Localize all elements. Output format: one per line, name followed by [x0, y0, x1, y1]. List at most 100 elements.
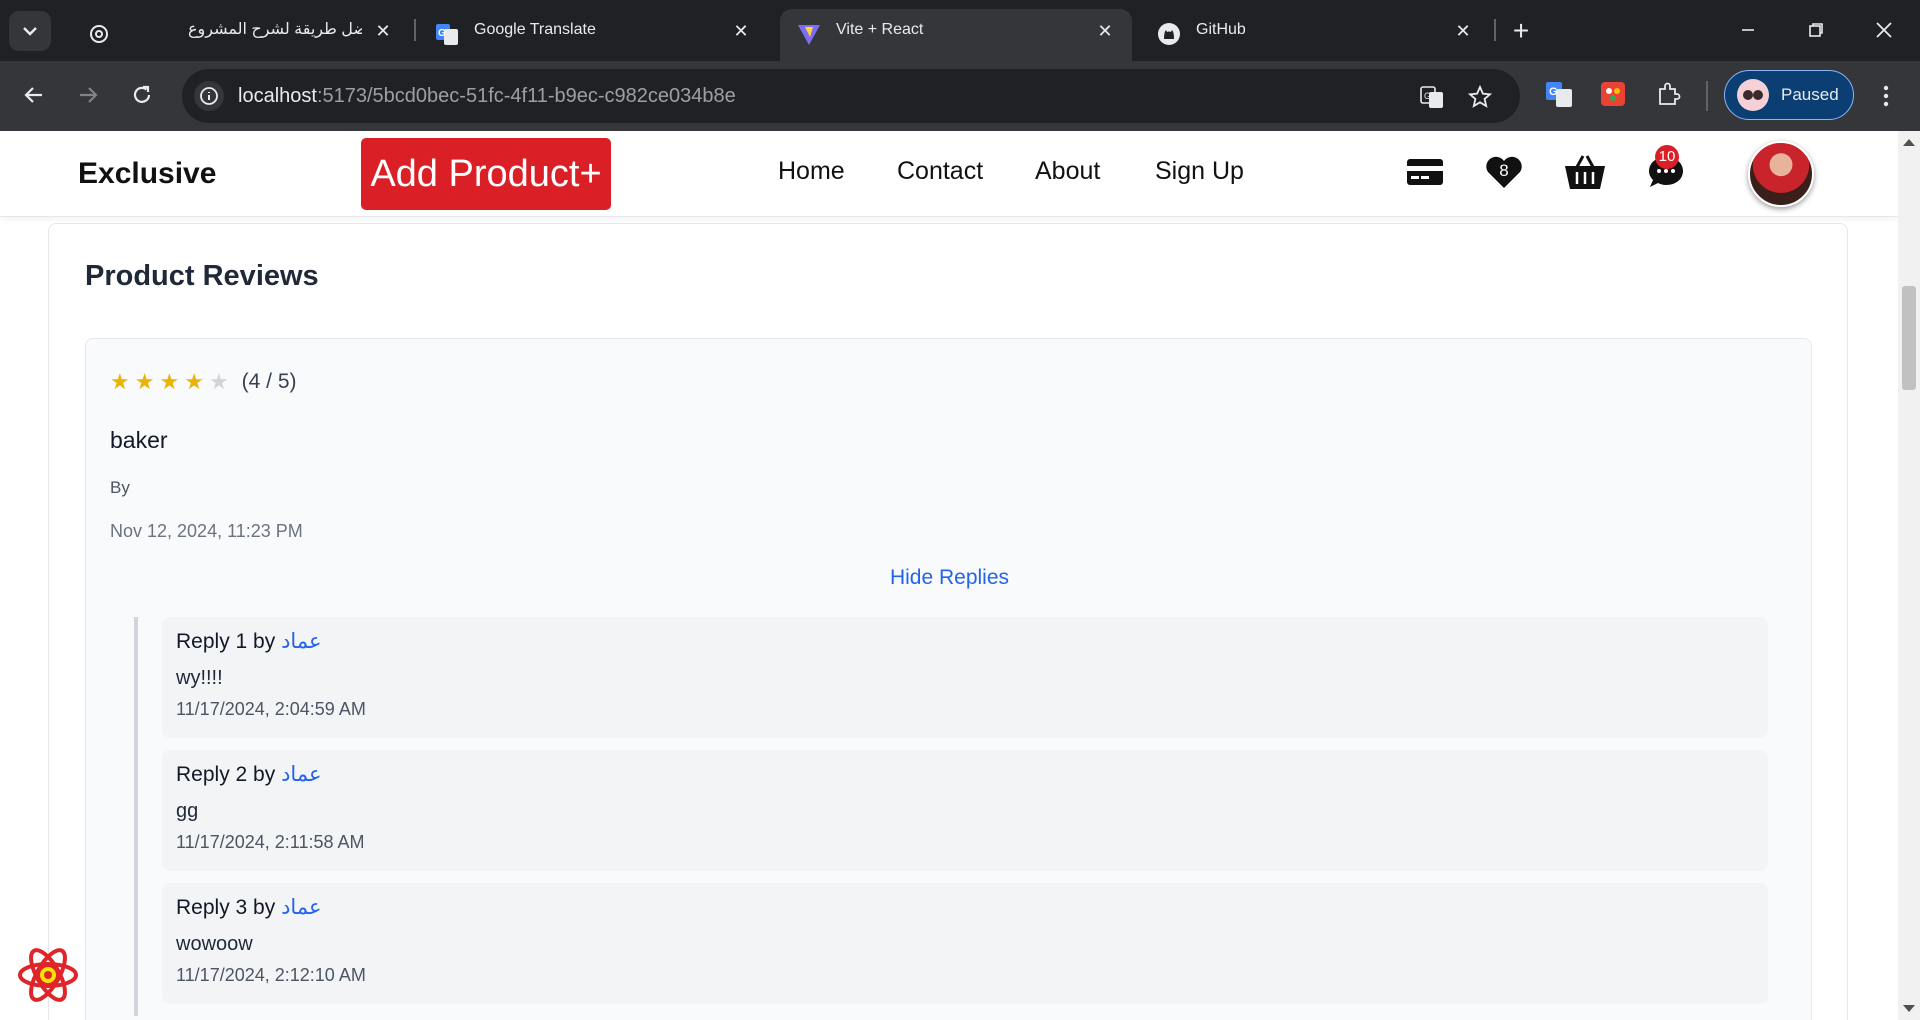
nav-sign-up[interactable]: Sign Up	[1155, 157, 1244, 186]
bookmark-star-icon[interactable]	[1466, 83, 1494, 111]
tab-google-translate[interactable]: G Google Translate ✕	[418, 9, 768, 61]
reply-item: Reply 2 by عماد gg 11/17/2024, 2:11:58 A…	[162, 750, 1768, 871]
reply-label: Reply 2 by	[176, 763, 276, 786]
brand-logo[interactable]: Exclusive	[78, 157, 216, 191]
reply-item: Reply 1 by عماد wy!!!! 11/17/2024, 2:04:…	[162, 617, 1768, 738]
reply-item: Reply 3 by عماد wowoow 11/17/2024, 2:12:…	[162, 883, 1768, 1004]
chatgpt-icon	[86, 21, 112, 47]
rating-text: (4 / 5)	[241, 370, 297, 393]
url-host: localhost	[238, 85, 317, 107]
review-date: Nov 12, 2024, 11:23 PM	[110, 521, 303, 541]
messages-count-badge: 10	[1655, 145, 1679, 169]
page-scrollbar[interactable]	[1898, 131, 1920, 1020]
close-window-button[interactable]	[1864, 12, 1904, 48]
reply-date: 11/17/2024, 2:04:59 AM	[176, 699, 366, 719]
wishlist-heart-icon[interactable]: 8	[1481, 149, 1527, 195]
browser-menu-button[interactable]	[1874, 78, 1898, 114]
tab-vite-react[interactable]: Vite + React ✕	[780, 9, 1132, 61]
react-devtools-icon[interactable]	[16, 943, 80, 1007]
user-avatar[interactable]	[1748, 141, 1814, 207]
reply-header: Reply 1 by عماد	[176, 629, 321, 654]
minimize-button[interactable]	[1728, 12, 1768, 48]
forward-button[interactable]	[70, 77, 106, 113]
add-product-button[interactable]: Add Product+	[361, 138, 611, 210]
vite-icon	[796, 21, 822, 47]
close-icon[interactable]: ✕	[730, 20, 752, 42]
scroll-down-icon[interactable]	[1903, 1005, 1915, 1012]
star-filled-icon: ★	[184, 369, 204, 394]
reply-author-link[interactable]: عماد	[281, 896, 321, 919]
translate-page-icon[interactable]: G	[1418, 83, 1446, 111]
payment-card-icon[interactable]	[1402, 149, 1448, 195]
review-author: By	[110, 478, 130, 497]
profile-status-label: Paused	[1781, 85, 1839, 104]
site-info-icon[interactable]	[194, 81, 224, 111]
wishlist-count: 8	[1499, 161, 1509, 180]
reply-date: 11/17/2024, 2:12:10 AM	[176, 965, 366, 985]
reply-text: gg	[176, 800, 199, 822]
cart-basket-icon[interactable]	[1562, 149, 1608, 195]
reply-text: wowoow	[176, 933, 253, 955]
extensions-puzzle-icon[interactable]	[1654, 79, 1684, 109]
section-title: Product Reviews	[85, 260, 319, 292]
nav-about[interactable]: About	[1035, 157, 1100, 186]
close-icon[interactable]: ✕	[372, 20, 394, 42]
restore-icon	[1809, 23, 1823, 37]
star-empty-icon: ★	[208, 369, 229, 394]
review-name: baker	[110, 427, 168, 453]
tab-separator	[1494, 19, 1496, 41]
back-button[interactable]	[16, 77, 52, 113]
google-translate-extension-icon[interactable]: G	[1544, 79, 1574, 109]
arrow-right-icon	[80, 87, 98, 103]
paint-extension-icon[interactable]	[1598, 79, 1628, 109]
scrollbar-thumb[interactable]	[1902, 286, 1916, 390]
svg-text:G: G	[1424, 91, 1431, 101]
minimize-icon	[1742, 29, 1754, 31]
tab-separator	[414, 19, 416, 41]
github-icon	[1156, 21, 1182, 47]
scroll-up-icon[interactable]	[1903, 139, 1915, 146]
chevron-down-icon	[23, 27, 37, 36]
reply-author-link[interactable]: عماد	[281, 763, 321, 786]
reload-button[interactable]	[124, 77, 160, 113]
svg-text:G: G	[438, 28, 446, 39]
hide-replies-link: Hide Replies	[86, 566, 1813, 590]
review-card: ★ ★ ★ ★ ★ (4 / 5) baker By Nov 12, 2024,…	[85, 338, 1812, 1020]
reload-icon	[133, 85, 151, 103]
svg-text:G: G	[1549, 86, 1558, 98]
more-vertical-icon	[1883, 85, 1889, 107]
nav-home[interactable]: Home	[778, 157, 845, 186]
product-reviews-section: Product Reviews ★ ★ ★ ★ ★ (4 / 5) baker …	[48, 223, 1848, 1020]
replies-list: Reply 1 by عماد wy!!!! 11/17/2024, 2:04:…	[134, 617, 1788, 1016]
address-bar[interactable]: localhost:5173/5bcd0bec-51fc-4f11-b9ec-c…	[182, 69, 1520, 123]
close-icon	[1876, 22, 1892, 38]
page-viewport: Exclusive Add Product+ Home Contact Abou…	[0, 131, 1898, 1020]
star-rating: ★ ★ ★ ★ ★ (4 / 5)	[110, 369, 297, 395]
reply-label: Reply 3 by	[176, 896, 276, 919]
close-icon[interactable]: ✕	[1452, 20, 1474, 42]
tab-search-button[interactable]	[9, 11, 51, 51]
site-header: Exclusive Add Product+ Home Contact Abou…	[0, 131, 1898, 217]
new-tab-button[interactable]: +	[1506, 17, 1536, 47]
tab-chatgpt[interactable]: أفضل طريقة لشرح المشروع ✕	[70, 9, 410, 61]
star-filled-icon: ★	[110, 369, 130, 394]
profile-button[interactable]: Paused	[1724, 70, 1854, 120]
reply-header: Reply 2 by عماد	[176, 762, 321, 787]
arrow-left-icon	[24, 87, 42, 103]
tab-title: GitHub	[1196, 21, 1246, 38]
hide-replies-button[interactable]: Hide Replies	[890, 566, 1009, 589]
browser-tabstrip: أفضل طريقة لشرح المشروع ✕ G Google Trans…	[0, 0, 1920, 61]
google-translate-icon: G	[434, 21, 460, 47]
toolbar-divider	[1706, 81, 1708, 111]
tab-title: Google Translate	[474, 21, 596, 38]
close-icon[interactable]: ✕	[1094, 20, 1116, 42]
nav-contact[interactable]: Contact	[897, 157, 983, 186]
browser-toolbar: localhost:5173/5bcd0bec-51fc-4f11-b9ec-c…	[0, 61, 1920, 131]
star-filled-icon: ★	[134, 369, 155, 394]
tab-title: أفضل طريقة لشرح المشروع	[188, 21, 362, 38]
tab-github[interactable]: GitHub ✕	[1140, 9, 1490, 61]
reply-text: wy!!!!	[176, 667, 223, 689]
reply-author-link[interactable]: عماد	[281, 630, 321, 653]
restore-button[interactable]	[1796, 12, 1836, 48]
url-path: :5173/5bcd0bec-51fc-4f11-b9ec-c982ce034b…	[316, 85, 736, 107]
